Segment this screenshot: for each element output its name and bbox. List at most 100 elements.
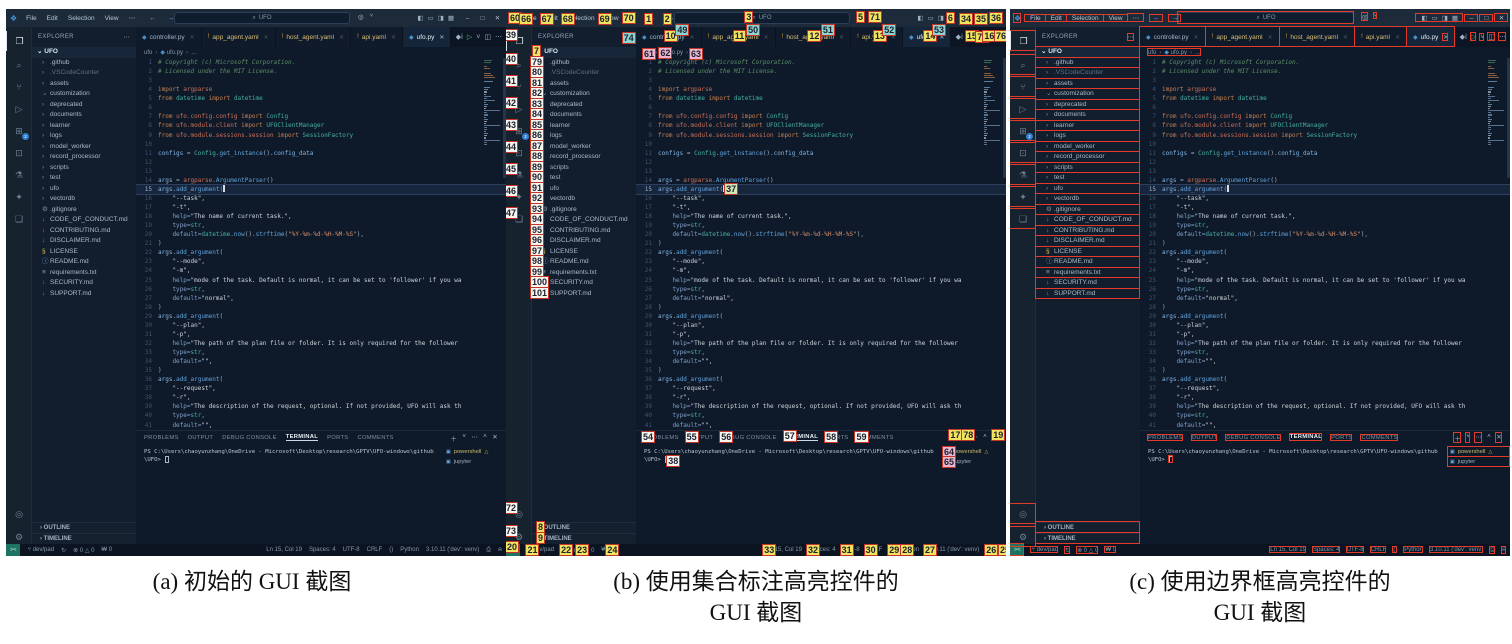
- explorer-icon[interactable]: ❐: [6, 31, 32, 51]
- layout-icon-3[interactable]: ▦: [448, 14, 454, 22]
- tab-close-icon[interactable]: ✕: [339, 34, 344, 41]
- source-control-icon[interactable]: ⑂: [6, 77, 32, 97]
- explorer-item-ufo[interactable]: ›ufo: [532, 184, 636, 195]
- outline-section[interactable]: › OUTLINE: [32, 522, 136, 533]
- close-button[interactable]: ✕: [491, 14, 504, 22]
- outline-section[interactable]: › OUTLINE: [532, 522, 636, 533]
- nav-back-icon[interactable]: ←: [146, 15, 159, 22]
- editor-more-button[interactable]: ⋯: [495, 33, 502, 41]
- python-env-button[interactable]: ◆ⅰ: [456, 33, 463, 41]
- explorer-item-.VSCodeCounter[interactable]: ›.VSCodeCounter: [532, 68, 636, 79]
- explorer-item-.VSCodeCounter[interactable]: ›.VSCodeCounter: [32, 68, 136, 79]
- menu-view[interactable]: View: [100, 15, 124, 22]
- explorer-item-test[interactable]: ›test: [32, 173, 136, 184]
- panel-tab-terminal[interactable]: TERMINAL: [285, 434, 319, 441]
- explorer-item-customization[interactable]: ⌄ customization: [32, 89, 136, 100]
- explorer-root-folder[interactable]: ⌄ UFO: [32, 47, 136, 58]
- status-print[interactable]: ⎙: [486, 547, 491, 554]
- panel-maximize-button[interactable]: ˄: [483, 433, 487, 443]
- explorer-item-vectordb[interactable]: ›vectordb: [32, 194, 136, 205]
- breadcrumb[interactable]: ufo›◆ ufo.py›…: [144, 49, 197, 57]
- status-lang[interactable]: Python: [400, 547, 419, 553]
- menu-more[interactable]: ⋯: [124, 14, 141, 22]
- minimap[interactable]: [484, 60, 502, 146]
- explorer-item-SECURITY.md[interactable]: ↓ SECURITY.md: [32, 278, 136, 289]
- explorer-item-.github[interactable]: ›.github: [32, 58, 136, 69]
- run-button[interactable]: ▷: [467, 33, 472, 41]
- scrollbar[interactable]: [1507, 58, 1510, 178]
- search-input[interactable]: ⌕ UFO: [174, 12, 350, 24]
- explorer-item-README.md[interactable]: ⓘ README.md: [32, 257, 136, 268]
- status-spaces[interactable]: Spaces: 4: [309, 547, 336, 553]
- panel-maximize-button[interactable]: ˄: [1487, 433, 1491, 443]
- explorer-item-.gitignore[interactable]: ⚙ .gitignore: [32, 205, 136, 216]
- scrollbar[interactable]: [1003, 58, 1006, 178]
- explorer-item-.gitignore[interactable]: ⚙ .gitignore: [532, 205, 636, 216]
- terminal-cursor[interactable]: [165, 456, 169, 463]
- search-input[interactable]: ⌕ UFO: [674, 12, 850, 24]
- status-enc[interactable]: UTF-8: [343, 547, 360, 553]
- explorer-item-test[interactable]: ›test: [532, 173, 636, 184]
- timeline-section[interactable]: › TIMELINE: [32, 533, 136, 544]
- run-chevron[interactable]: ˅: [476, 34, 480, 41]
- run-debug-icon[interactable]: ▷: [6, 99, 32, 119]
- status-err[interactable]: ⊗ 0 △ 0: [73, 547, 94, 554]
- explorer-item-logs[interactable]: ›logs: [32, 131, 136, 142]
- layout-icon-2[interactable]: ◨: [438, 14, 444, 22]
- python-env-button[interactable]: ◆ⅰ: [956, 33, 963, 41]
- explorer-item-logs[interactable]: ›logs: [532, 131, 636, 142]
- status-ln[interactable]: Ln 15, Col 19: [266, 547, 302, 553]
- explorer-item-record_processor[interactable]: › record_processor: [32, 152, 136, 163]
- code-editor[interactable]: 1 # Copyright (c) Microsoft Corporation. 2…: [136, 58, 506, 430]
- explorer-item-LICENSE[interactable]: §LICENSE: [532, 247, 636, 258]
- status-bell[interactable]: ⍾: [498, 547, 502, 554]
- code-editor[interactable]: 1 # Copyright (c) Microsoft Corporation. 2…: [636, 58, 1006, 430]
- tab-close-icon[interactable]: ✕: [839, 34, 844, 41]
- explorer-item-DISCLAIMER.md[interactable]: ↓DISCLAIMER.md: [532, 236, 636, 247]
- terminal-process-powershell[interactable]: ▣powershell△: [444, 447, 506, 457]
- minimap[interactable]: [984, 60, 1002, 146]
- explorer-item-CODE_OF_CONDUCT.md[interactable]: ↓ CODE_OF_CONDUCT.md: [32, 215, 136, 226]
- minimize-button[interactable]: –: [461, 15, 474, 22]
- maximize-button[interactable]: □: [476, 15, 489, 22]
- panel-tab-ports[interactable]: PORTS: [327, 435, 348, 441]
- layout-icon-0[interactable]: ◧: [917, 14, 923, 22]
- explorer-item-requirements.txt[interactable]: ≡ requirements.txt: [32, 268, 136, 279]
- explorer-item-customization[interactable]: ⌄ customization: [532, 89, 636, 100]
- status-langicon[interactable]: (): [389, 547, 393, 553]
- status-remote[interactable]: ><: [6, 544, 21, 556]
- explorer-item-assets[interactable]: › assets: [32, 79, 136, 90]
- explorer-item-learner[interactable]: › learner: [32, 121, 136, 132]
- terminal-process-jupyter[interactable]: ▣jupyter: [444, 457, 506, 467]
- explorer-item-.github[interactable]: ›.github: [532, 58, 636, 69]
- terminal-output[interactable]: PS C:\Users\chaoyunzhang\OneDrive - Micr…: [1140, 444, 1448, 544]
- explorer-item-README.md[interactable]: ⓘ README.md: [532, 257, 636, 268]
- explorer-item-documents[interactable]: › documents: [32, 110, 136, 121]
- layout-icon-0[interactable]: ◧: [417, 14, 423, 22]
- menu-selection[interactable]: Selection: [63, 15, 100, 22]
- explorer-item-DISCLAIMER.md[interactable]: ↓DISCLAIMER.md: [32, 236, 136, 247]
- tab-api.yaml[interactable]: !api.yaml ✕: [351, 27, 403, 47]
- layout-icon-2[interactable]: ◨: [938, 14, 944, 22]
- panel-tab-comments[interactable]: COMMENTS: [357, 435, 393, 441]
- remote-explorer-icon[interactable]: ⊡: [6, 143, 32, 163]
- tab-close-icon[interactable]: ✕: [764, 34, 769, 41]
- terminal-output[interactable]: PS C:\Users\chaoyunzhang\OneDrive - Micr…: [636, 444, 944, 544]
- terminal-profile-chevron[interactable]: ˅: [462, 433, 466, 443]
- minimap[interactable]: [1488, 60, 1506, 146]
- panel-maximize-button[interactable]: ˄: [983, 433, 987, 443]
- explorer-item-CONTRIBUTING.md[interactable]: ↓ CONTRIBUTING.md: [32, 226, 136, 237]
- layout-icon-1[interactable]: ▭: [928, 14, 934, 22]
- timeline-section[interactable]: › TIMELINE: [532, 533, 636, 544]
- tab-controller.py[interactable]: ◆controller.py ✕: [136, 27, 202, 47]
- explorer-item-SUPPORT.md[interactable]: ↓ SUPPORT.md: [32, 289, 136, 300]
- explorer-item-vectordb[interactable]: ›vectordb: [532, 194, 636, 205]
- menu-edit[interactable]: Edit: [42, 15, 63, 22]
- tab-close-icon[interactable]: ✕: [391, 34, 396, 41]
- tab-close-icon[interactable]: ✕: [690, 34, 695, 41]
- breadcrumb-item[interactable]: ufo: [144, 50, 152, 56]
- panel-close-button[interactable]: ✕: [492, 433, 498, 443]
- status-misc[interactable]: ₩ 0: [101, 547, 112, 553]
- terminal-output[interactable]: PS C:\Users\chaoyunzhang\OneDrive - Micr…: [136, 444, 444, 544]
- layout-icon-1[interactable]: ▭: [428, 14, 434, 22]
